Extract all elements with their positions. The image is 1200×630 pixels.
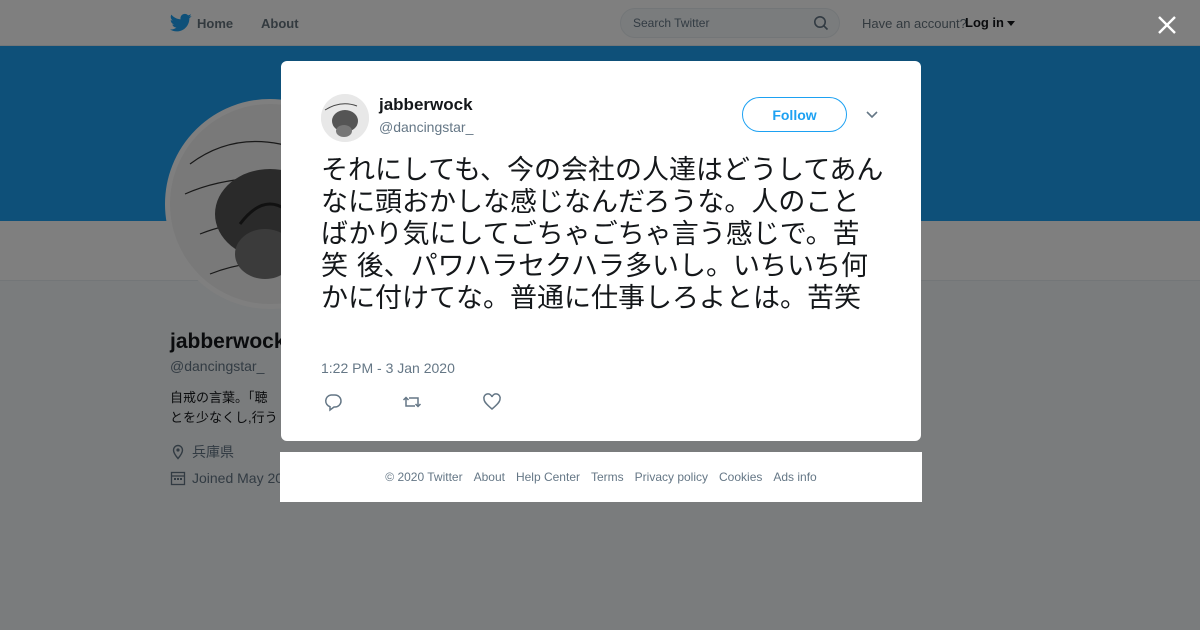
footer-privacy-link[interactable]: Privacy policy [635, 470, 708, 484]
tweet-text: それにしても、今の会社の人達はどうしてあんなに頭おかしな感じなんだろうな。人のこ… [321, 155, 884, 314]
chevron-down-icon[interactable] [866, 111, 878, 119]
tweet-author-handle[interactable]: @dancingstar_ [379, 119, 473, 135]
tweet-author-name[interactable]: jabberwock [379, 95, 473, 115]
footer-about-link[interactable]: About [474, 470, 505, 484]
footer-terms-link[interactable]: Terms [591, 470, 624, 484]
heart-icon[interactable] [482, 392, 502, 412]
footer-links: © 2020 Twitter About Help Center Terms P… [280, 452, 922, 502]
footer-ads-link[interactable]: Ads info [773, 470, 816, 484]
footer-help-link[interactable]: Help Center [516, 470, 580, 484]
follow-button[interactable]: Follow [742, 97, 847, 132]
footer-cookies-link[interactable]: Cookies [719, 470, 762, 484]
retweet-icon[interactable] [402, 392, 422, 412]
reply-icon[interactable] [323, 392, 343, 412]
tweet-timestamp[interactable]: 1:22 PM - 3 Jan 2020 [321, 360, 455, 376]
avatar-illustration [321, 94, 369, 142]
tweet-author-avatar[interactable] [321, 94, 369, 142]
close-icon[interactable] [1154, 12, 1180, 38]
tweet-modal: jabberwock @dancingstar_ Follow それにしても、今… [281, 61, 921, 441]
footer-copyright: © 2020 Twitter [385, 470, 463, 484]
